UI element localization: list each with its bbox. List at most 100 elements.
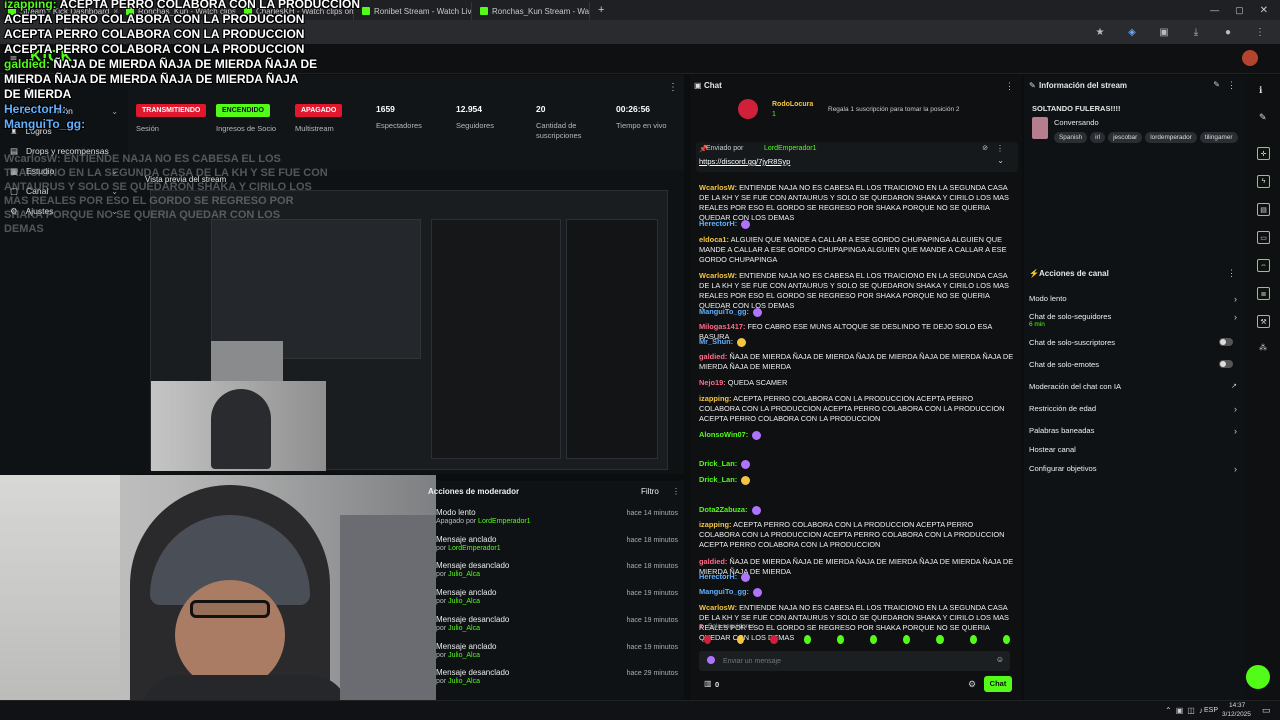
- chat-username[interactable]: AlonsoWin07:: [699, 430, 748, 439]
- puzzle-icon[interactable]: ▣: [1158, 26, 1170, 38]
- mod-action-user[interactable]: LordEmperador1: [478, 518, 531, 525]
- chat-message[interactable]: HerectorH:: [699, 219, 1014, 229]
- download-icon[interactable]: ⤓: [1190, 26, 1202, 38]
- chat-message[interactable]: WcarlosW: ENTIENDE NAJA NO ES CABESA EL …: [699, 271, 1014, 311]
- chat-settings-icon[interactable]: ⚙: [968, 679, 976, 690]
- gift-banner[interactable]: RodoLocura 1 Regala 1 suscripción para t…: [730, 99, 1020, 121]
- stream-info-menu-icon[interactable]: ⋮: [1227, 80, 1236, 91]
- chat-username[interactable]: WcarlosW:: [699, 603, 737, 612]
- mod-action-user[interactable]: LordEmperador1: [448, 545, 501, 552]
- emote-icon[interactable]: [1002, 635, 1011, 644]
- message-icon[interactable]: ▭: [1257, 231, 1270, 244]
- menu-icon[interactable]: ⋮: [1254, 26, 1266, 38]
- chat-username[interactable]: izapping:: [699, 394, 731, 403]
- mod-action-user[interactable]: Julio_Alca: [448, 678, 480, 685]
- toggle-switch[interactable]: [1219, 360, 1233, 368]
- chat-username[interactable]: WcarlosW:: [699, 271, 737, 280]
- emote-icon[interactable]: [870, 635, 878, 644]
- emote-icon[interactable]: [803, 635, 811, 644]
- profile-icon[interactable]: ●: [1222, 26, 1234, 38]
- browser-tab[interactable]: Ronchas_Kun Stream - Watch Li...×: [472, 2, 590, 20]
- chat-username[interactable]: HerectorH:: [699, 572, 737, 581]
- chat-username[interactable]: galdied:: [699, 557, 727, 566]
- star-icon[interactable]: ★: [1094, 26, 1106, 38]
- chat-username[interactable]: Drick_Lan:: [699, 475, 737, 484]
- chat-username[interactable]: galdied:: [699, 352, 727, 361]
- tray-icons[interactable]: ⌃▣◫♪: [1165, 706, 1207, 715]
- emote-icon[interactable]: [936, 635, 944, 644]
- pinned-link[interactable]: https://discord.gg/7jyR8Syp: [699, 157, 790, 166]
- avatar[interactable]: [1242, 50, 1258, 66]
- chat-message[interactable]: AlonsoWin07:: [699, 430, 1014, 440]
- tag[interactable]: tilingamer: [1199, 132, 1238, 143]
- points-icon[interactable]: ▥: [704, 679, 712, 688]
- chat-username[interactable]: izapping:: [699, 520, 731, 529]
- channel-action-item[interactable]: Chat de solo-suscriptores: [1029, 338, 1239, 347]
- chat-username[interactable]: eldoca1:: [699, 235, 729, 244]
- chevron-down-icon[interactable]: ⌄: [997, 156, 1004, 165]
- maximize-icon[interactable]: ▢: [1235, 5, 1244, 16]
- edit-icon[interactable]: ✎: [1213, 80, 1220, 89]
- channel-action-item[interactable]: Chat de solo-emotes: [1029, 360, 1239, 369]
- language-indicator[interactable]: ESP: [1204, 707, 1218, 714]
- channel-actions-menu-icon[interactable]: ⋮: [1227, 268, 1236, 279]
- filter-button[interactable]: Filtro: [641, 487, 659, 496]
- chat-message[interactable]: Nejo19: QUEDA SCAMER: [699, 378, 1014, 388]
- chat-message[interactable]: ManguiTo_gg:: [699, 307, 1014, 317]
- emote-icon[interactable]: [704, 635, 712, 644]
- support-chat-icon[interactable]: [1246, 665, 1270, 689]
- chat-message[interactable]: Mr_Shun:: [699, 337, 1014, 347]
- mod-action-user[interactable]: Julio_Alca: [448, 652, 480, 659]
- tag[interactable]: lordemperador: [1145, 132, 1197, 143]
- chat-message[interactable]: ManguiTo_gg:: [699, 587, 1014, 597]
- emote-icon[interactable]: [836, 635, 845, 644]
- document-icon[interactable]: ▤: [1257, 203, 1270, 216]
- tag[interactable]: jescobar: [1108, 132, 1143, 143]
- edit-icon[interactable]: ✎: [1259, 112, 1267, 123]
- chat-message[interactable]: galdied: ÑAJA DE MIERDA ÑAJA DE MIERDA Ñ…: [699, 352, 1014, 372]
- smiley-icon[interactable]: ☺: [996, 655, 1004, 664]
- nodes-icon[interactable]: ⁂: [1259, 343, 1267, 352]
- channel-action-item[interactable]: Hostear canal: [1029, 445, 1239, 454]
- chat-message[interactable]: Dota2Zabuza:: [699, 505, 1014, 515]
- channel-action-item[interactable]: Configurar objetivos ›: [1029, 464, 1239, 474]
- expand-icon[interactable]: ⇔: [1257, 259, 1270, 272]
- info-icon[interactable]: ℹ: [1259, 85, 1262, 96]
- chat-message[interactable]: eldoca1: ALGUIEN QUE MANDE A CALLAR A ES…: [699, 235, 1014, 265]
- mod-action-user[interactable]: Julio_Alca: [448, 571, 480, 578]
- minimize-icon[interactable]: —: [1210, 5, 1219, 15]
- chat-username[interactable]: ManguiTo_gg:: [699, 587, 749, 596]
- lightning-icon[interactable]: ϟ: [1257, 175, 1270, 188]
- emote-icon[interactable]: [737, 635, 745, 644]
- channel-action-item[interactable]: Chat de solo-seguidores 6 min ›: [1029, 312, 1239, 328]
- chat-message[interactable]: WcarlosW: ENTIENDE NAJA NO ES CABESA EL …: [699, 183, 1014, 223]
- chat-username[interactable]: Milogas1417:: [699, 322, 745, 331]
- chat-message[interactable]: Drick_Lan:: [699, 475, 1014, 485]
- send-chat-button[interactable]: Chat: [984, 676, 1012, 692]
- chat-message[interactable]: izapping: ACEPTA PERRO COLABORA CON LA P…: [699, 520, 1014, 550]
- notification-icon[interactable]: ▭: [1262, 705, 1271, 716]
- crosshair-icon[interactable]: ✛: [1257, 147, 1270, 160]
- chat-username[interactable]: WcarlosW:: [699, 183, 737, 192]
- channel-action-item[interactable]: Restricción de edad ›: [1029, 404, 1239, 414]
- pinned-message[interactable]: 📌 Enviado por LordEmperador1 https://dis…: [696, 142, 1018, 172]
- new-tab-button[interactable]: +: [598, 4, 604, 16]
- clock-date[interactable]: 3/12/2025: [1222, 711, 1251, 718]
- chat-username[interactable]: Drick_Lan:: [699, 459, 737, 468]
- emote-icon[interactable]: [903, 635, 911, 644]
- chat-username[interactable]: ManguiTo_gg:: [699, 307, 749, 316]
- pinned-menu-icon[interactable]: ⋮: [996, 144, 1004, 153]
- close-window-icon[interactable]: ✕: [1260, 5, 1268, 16]
- chat-username[interactable]: Mr_Shun:: [699, 337, 733, 346]
- unpin-icon[interactable]: ⊘: [982, 144, 988, 152]
- wrench-icon[interactable]: ⚒: [1257, 315, 1270, 328]
- tag[interactable]: Spanish: [1054, 132, 1088, 143]
- chat-message[interactable]: izapping: ACEPTA PERRO COLABORA CON LA P…: [699, 394, 1014, 424]
- channel-action-item[interactable]: Moderación del chat con IA ↗: [1029, 382, 1239, 391]
- channel-action-item[interactable]: Modo lento ›: [1029, 294, 1239, 304]
- mod-action-user[interactable]: Julio_Alca: [448, 625, 480, 632]
- chat-message-field[interactable]: [723, 654, 983, 668]
- browser-tab[interactable]: Ronibet Stream - Watch Live on...×: [354, 2, 472, 20]
- emote-icon[interactable]: [969, 635, 977, 644]
- chat-menu-icon[interactable]: ⋮: [1005, 81, 1014, 92]
